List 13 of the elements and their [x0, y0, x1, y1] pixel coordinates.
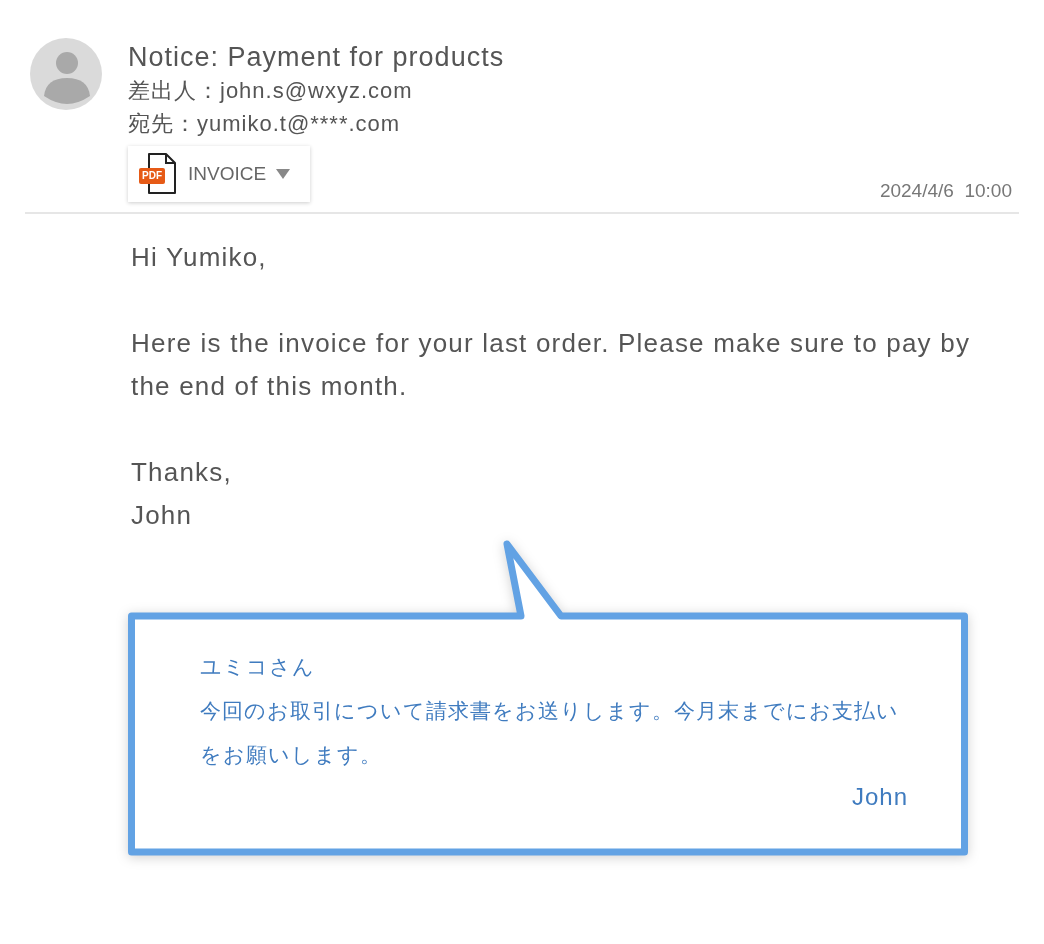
attachment-chip[interactable]: PDF INVOICE [128, 146, 311, 202]
caret-icon [276, 169, 291, 179]
translation-greeting: ユミコさん [200, 654, 316, 681]
body-paragraph: Thanks, John [131, 456, 233, 532]
recipient-line: 宛先：yumiko.t@****.com [128, 110, 401, 138]
translation-message: 今回のお取引について請求書をお送りします。今月末までにお支払いをお願いします。 [200, 698, 900, 769]
email-subject: Notice: Payment for products [128, 41, 505, 74]
translation-signature: John [851, 783, 908, 811]
email-date: 2024/4/6 10:00 [879, 180, 1012, 202]
avatar-icon [30, 38, 102, 110]
body-paragraph: Hi Yumiko, [131, 241, 268, 274]
body-paragraph: Here is the invoice for your last order. Please make sure to pay by the end of this month. [131, 327, 972, 403]
sender-line: 差出人：john.s@wxyz.com [128, 77, 413, 105]
